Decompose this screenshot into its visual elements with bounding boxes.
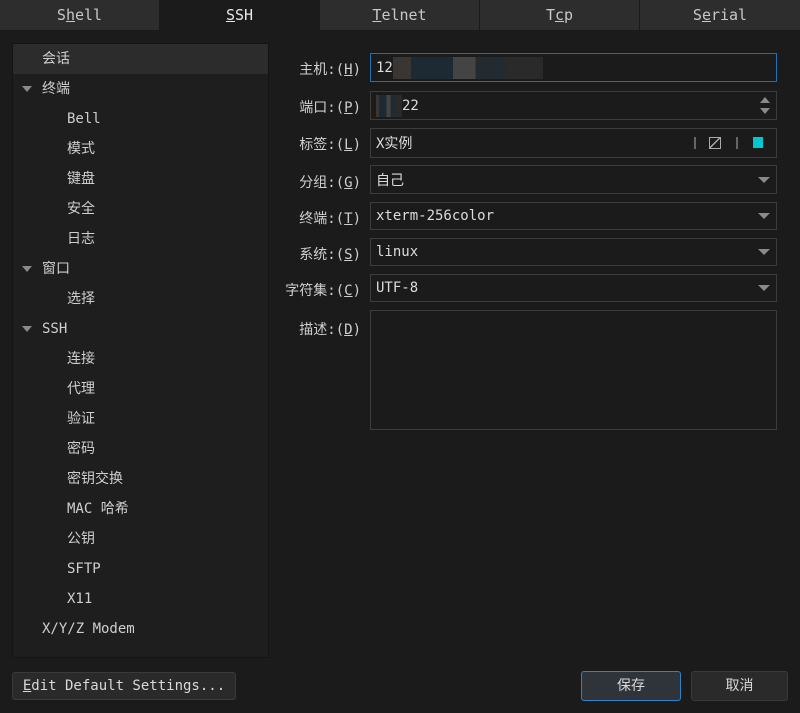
system-select[interactable]: linux [370,238,777,266]
tag-label: 标签:(L) [299,137,361,153]
description-textarea[interactable] [370,310,777,430]
expand-arrow-icon[interactable] [22,86,32,92]
tree-item-label: 窗口 [42,261,70,277]
group-select[interactable]: 自己 [370,165,777,194]
chevron-down-icon [758,285,770,291]
tree-item-label: 安全 [67,201,95,217]
tree-item[interactable]: 会话 [13,44,268,74]
tree-item[interactable]: 连接 [13,344,268,374]
tag-color-swatch[interactable] [753,137,763,148]
tree-item[interactable]: SFTP [13,554,268,584]
separator [736,137,738,149]
redacted-host [392,56,543,79]
tree-item[interactable]: 选择 [13,284,268,314]
tree-item[interactable]: 键盘 [13,164,268,194]
save-button[interactable]: 保存 [581,671,681,701]
charset-select[interactable]: UTF-8 [370,274,777,302]
separator [694,137,696,149]
expand-arrow-icon[interactable] [22,266,32,272]
tree-item-label: MAC 哈希 [67,501,129,517]
chevron-down-icon [758,176,770,183]
tree-item[interactable]: X11 [13,584,268,614]
tree-item[interactable]: 模式 [13,134,268,164]
port-label: 端口:(P) [299,100,361,116]
tree-item[interactable]: 公钥 [13,524,268,554]
tab-tcp[interactable]: Tcp [480,0,640,30]
tree-item-label: Bell [67,111,101,127]
tree-item-label: 验证 [67,411,95,427]
tree-item-label: 选择 [67,291,95,307]
tree-item-label: X/Y/Z Modem [42,621,135,637]
tab-serial[interactable]: Serial [640,0,800,30]
chevron-down-icon [758,213,770,219]
tree-item-label: 会话 [42,51,70,67]
tree-item[interactable]: 代理 [13,374,268,404]
tree-item[interactable]: 密码 [13,434,268,464]
tree-item[interactable]: MAC 哈希 [13,494,268,524]
cancel-button[interactable]: 取消 [691,671,788,701]
tree-item-label: 日志 [67,231,95,247]
tree-item-label: 代理 [67,381,95,397]
edit-default-settings-button[interactable]: Edit Default Settings... [12,672,236,700]
chevron-down-icon [758,249,770,255]
tree-item-label: 密码 [67,441,95,457]
tree-item[interactable]: 终端 [13,74,268,104]
terminal-label: 终端:(T) [299,211,361,227]
tab-shell[interactable]: Shell [0,0,160,30]
tree-item[interactable]: Bell [13,104,268,134]
clear-color-icon[interactable] [709,137,721,149]
port-spinbox[interactable]: 22 [370,91,777,120]
tab-bar: Shell SSH Telnet Tcp Serial [0,0,800,30]
tab-ssh[interactable]: SSH [160,0,320,30]
tree-item-label: 键盘 [67,171,95,187]
tree-item[interactable]: 日志 [13,224,268,254]
tree-item[interactable]: 安全 [13,194,268,224]
spin-up-icon[interactable] [760,97,770,103]
tree-item-label: 连接 [67,351,95,367]
tree-item[interactable]: 密钥交换 [13,464,268,494]
spin-down-icon[interactable] [760,108,770,114]
tab-telnet[interactable]: Telnet [320,0,480,30]
group-label: 分组:(G) [299,175,361,191]
settings-tree: 会话终端 Bell 模式键盘安全日志窗口选择 SSH 连接代理验证密码密钥交换 MAC 哈… [12,43,269,658]
host-label: 主机:(H) [299,62,361,78]
tree-item-label: SSH [42,321,68,337]
tree-item-label: SFTP [67,561,101,577]
tree-item[interactable]: SSH [13,314,268,344]
tree-item[interactable]: 验证 [13,404,268,434]
charset-label: 字符集:(C) [285,283,361,299]
tree-item-label: 模式 [67,141,95,157]
description-label: 描述:(D) [299,322,361,338]
tree-item[interactable]: 窗口 [13,254,268,284]
tag-input[interactable]: X实例 [370,128,777,158]
tree-item-label: 终端 [42,81,70,97]
tree-item-label: 密钥交换 [67,471,123,487]
tree-item-label: X11 [67,591,93,607]
terminal-select[interactable]: xterm-256color [370,202,777,230]
expand-arrow-icon[interactable] [22,326,32,332]
system-label: 系统:(S) [299,247,361,263]
tree-item[interactable]: X/Y/Z Modem [13,614,268,644]
redacted-port [376,94,402,117]
tree-item-label: 公钥 [67,531,95,547]
host-input[interactable]: 12 [370,53,777,82]
